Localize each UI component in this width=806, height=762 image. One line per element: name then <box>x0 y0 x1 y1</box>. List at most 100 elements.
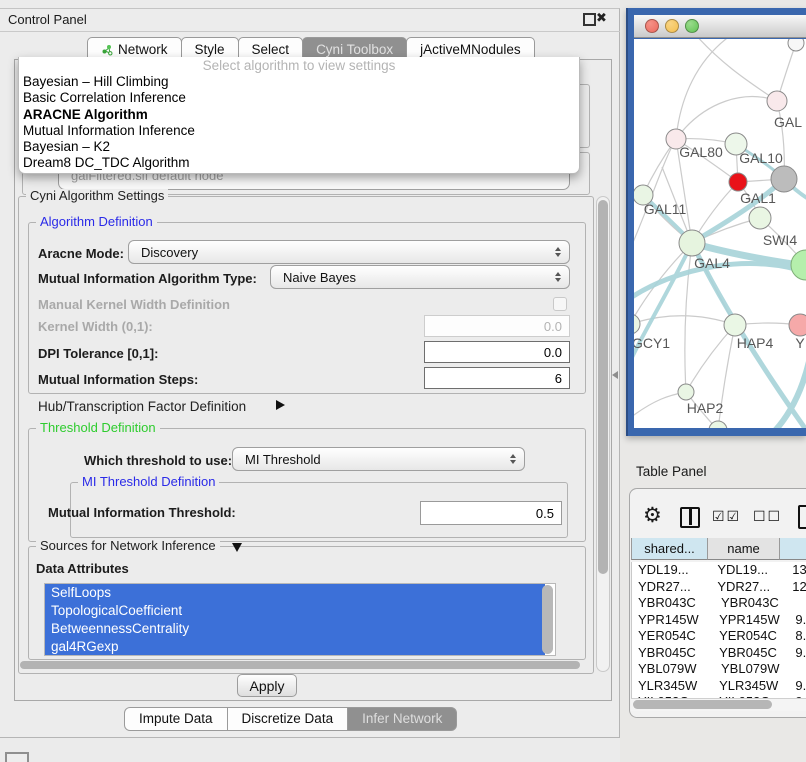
dropdown-item[interactable]: Bayesian – K2 <box>19 139 579 155</box>
aracne-mode-combo[interactable]: Discovery <box>128 240 570 264</box>
network-canvas[interactable]: GAL GAL80 GAL10 GAL1 GAL11 SWI4 GAL4 GCY… <box>634 39 806 428</box>
list-item-selected[interactable]: SelfLoops <box>45 584 545 602</box>
aracne-mode-label: Aracne Mode: <box>38 246 124 261</box>
manual-kernel-width-checkbox[interactable] <box>553 297 567 311</box>
deselect-all-icon[interactable]: ☐☐ <box>753 508 782 525</box>
hub-section-label[interactable]: Hub/Transcription Factor Definition <box>38 399 246 414</box>
table-row[interactable]: YBR045CYBR045C9. <box>632 645 806 662</box>
table-hscrollbar-thumb[interactable] <box>633 700 772 709</box>
node-gal-partial[interactable] <box>767 91 787 111</box>
minimized-panel-button[interactable] <box>5 752 29 762</box>
mi-steps-field[interactable]: 6 <box>424 367 570 389</box>
table-row[interactable]: YLR345WYLR345W9. <box>632 678 806 695</box>
select-all-icon[interactable]: ☑☑ <box>712 508 741 525</box>
screen: Control Panel ✖ Network Style Select Cyn… <box>0 0 806 762</box>
aracne-mode-value: Discovery <box>141 245 198 260</box>
combo-arrows-icon <box>510 454 516 464</box>
dropdown-item[interactable]: Basic Correlation Inference <box>19 90 579 106</box>
node-label: HAP4 <box>737 335 774 351</box>
table-row[interactable]: YBR043CYBR043C <box>632 595 806 612</box>
node-label: SWI4 <box>763 232 797 248</box>
node-gal1[interactable] <box>729 173 747 191</box>
network-icon <box>101 44 113 56</box>
column-header-name[interactable]: name <box>708 538 780 560</box>
dpi-tolerance-label: DPI Tolerance [0,1]: <box>38 346 158 361</box>
minimize-traffic-light[interactable] <box>665 19 679 33</box>
node-gcy1[interactable] <box>634 314 640 334</box>
data-attributes-list: SelfLoops TopologicalCoefficient Between… <box>44 583 556 656</box>
network-window-titlebar[interactable] <box>634 15 806 38</box>
columns-icon[interactable] <box>680 507 700 528</box>
node-label: GAL11 <box>644 201 687 217</box>
list-item-selected[interactable]: BetweennessCentrality <box>45 620 545 638</box>
column-header-shared[interactable]: shared... <box>631 538 708 560</box>
zoom-traffic-light[interactable] <box>685 19 699 33</box>
dropdown-item[interactable]: Bayesian – Hill Climbing <box>19 74 579 90</box>
collapse-down-icon[interactable] <box>232 543 242 552</box>
which-threshold-value: MI Threshold <box>245 452 321 467</box>
node-label: GAL4 <box>694 255 730 271</box>
combo-arrows-icon <box>555 272 561 282</box>
kernel-width-label: Kernel Width (0,1): <box>38 319 153 334</box>
settings-scrollbar-thumb[interactable] <box>598 200 608 574</box>
close-traffic-light[interactable] <box>645 19 659 33</box>
titlebar-divider <box>0 31 620 32</box>
close-icon[interactable]: ✖ <box>596 10 607 26</box>
node-label: GAL10 <box>739 150 783 166</box>
mi-threshold-label: Mutual Information Threshold: <box>48 505 236 520</box>
manual-kernel-width-label: Manual Kernel Width Definition <box>38 297 230 312</box>
node-hap4[interactable] <box>724 314 746 336</box>
combo-arrows-icon <box>555 247 561 257</box>
node-label: GAL80 <box>679 144 723 160</box>
table-row[interactable]: YPR145WYPR145W9. <box>632 612 806 629</box>
tab-infer-network[interactable]: Infer Network <box>347 707 457 731</box>
threshold-definition-title: Threshold Definition <box>36 421 160 435</box>
node-label: HAP2 <box>687 400 724 416</box>
dropdown-item-highlighted[interactable]: ARACNE Algorithm <box>19 107 579 123</box>
node-pink[interactable] <box>789 314 806 336</box>
mi-type-combo[interactable]: Naive Bayes <box>270 265 570 289</box>
node-gal4[interactable] <box>679 230 705 256</box>
which-threshold-combo[interactable]: MI Threshold <box>232 447 525 471</box>
list-item-selected[interactable]: TopologicalCoefficient <box>45 602 545 620</box>
table-row[interactable]: YDR27...YDR27...12 <box>632 579 806 596</box>
mi-threshold-field[interactable]: 0.5 <box>420 501 562 525</box>
dropdown-item[interactable]: Dream8 DC_TDC Algorithm <box>19 155 579 171</box>
kernel-width-field[interactable]: 0.0 <box>424 315 570 337</box>
node-bottom[interactable] <box>709 421 727 428</box>
dpi-tolerance-field[interactable]: 0.0 <box>424 341 570 363</box>
table-row[interactable]: YDL19...YDL19...13 <box>632 562 806 579</box>
list-item-selected[interactable]: gal4RGexp <box>45 638 545 656</box>
dropdown-placeholder: Select algorithm to view settings <box>19 57 579 74</box>
list-scrollbar-thumb[interactable] <box>542 585 553 654</box>
node-hap2[interactable] <box>678 384 694 400</box>
sources-title: Sources for Network Inference <box>36 539 220 553</box>
cyni-settings-title: Cyni Algorithm Settings <box>26 189 168 203</box>
node-big-green[interactable] <box>791 250 806 280</box>
table-row[interactable]: YER054CYER054C8. <box>632 628 806 645</box>
table-row[interactable]: YBL079WYBL079W <box>632 661 806 678</box>
algorithm-definition-title: Algorithm Definition <box>36 215 157 229</box>
settings-hscrollbar-thumb[interactable] <box>20 661 580 669</box>
mi-steps-label: Mutual Information Steps: <box>38 372 198 387</box>
mi-threshold-group-title: MI Threshold Definition <box>78 475 219 489</box>
column-header-partial[interactable] <box>780 538 806 560</box>
apply-button[interactable]: Apply <box>237 674 297 697</box>
node-label: GAL <box>774 114 802 130</box>
file-icon[interactable] <box>798 505 806 529</box>
mi-type-value: Naive Bayes <box>283 270 356 285</box>
tab-impute-data[interactable]: Impute Data <box>124 707 228 731</box>
node-unlabeled[interactable] <box>788 39 804 51</box>
node-label: GAL1 <box>740 190 776 206</box>
tab-discretize-data[interactable]: Discretize Data <box>227 707 349 731</box>
node-gray[interactable] <box>771 166 797 192</box>
node-swi4[interactable] <box>749 207 771 229</box>
control-panel-title: Control Panel <box>8 12 87 27</box>
table-body: YDL19...YDL19...13 YDR27...YDR27...12 YB… <box>631 562 806 698</box>
splitter-collapse-arrow[interactable] <box>612 371 618 379</box>
dropdown-item[interactable]: Mutual Information Inference <box>19 123 579 139</box>
float-icon[interactable] <box>583 13 596 26</box>
mi-type-label: Mutual Information Algorithm Type: <box>38 271 257 286</box>
expand-right-icon[interactable] <box>276 400 285 410</box>
gear-icon[interactable]: ⚙ <box>643 503 662 528</box>
